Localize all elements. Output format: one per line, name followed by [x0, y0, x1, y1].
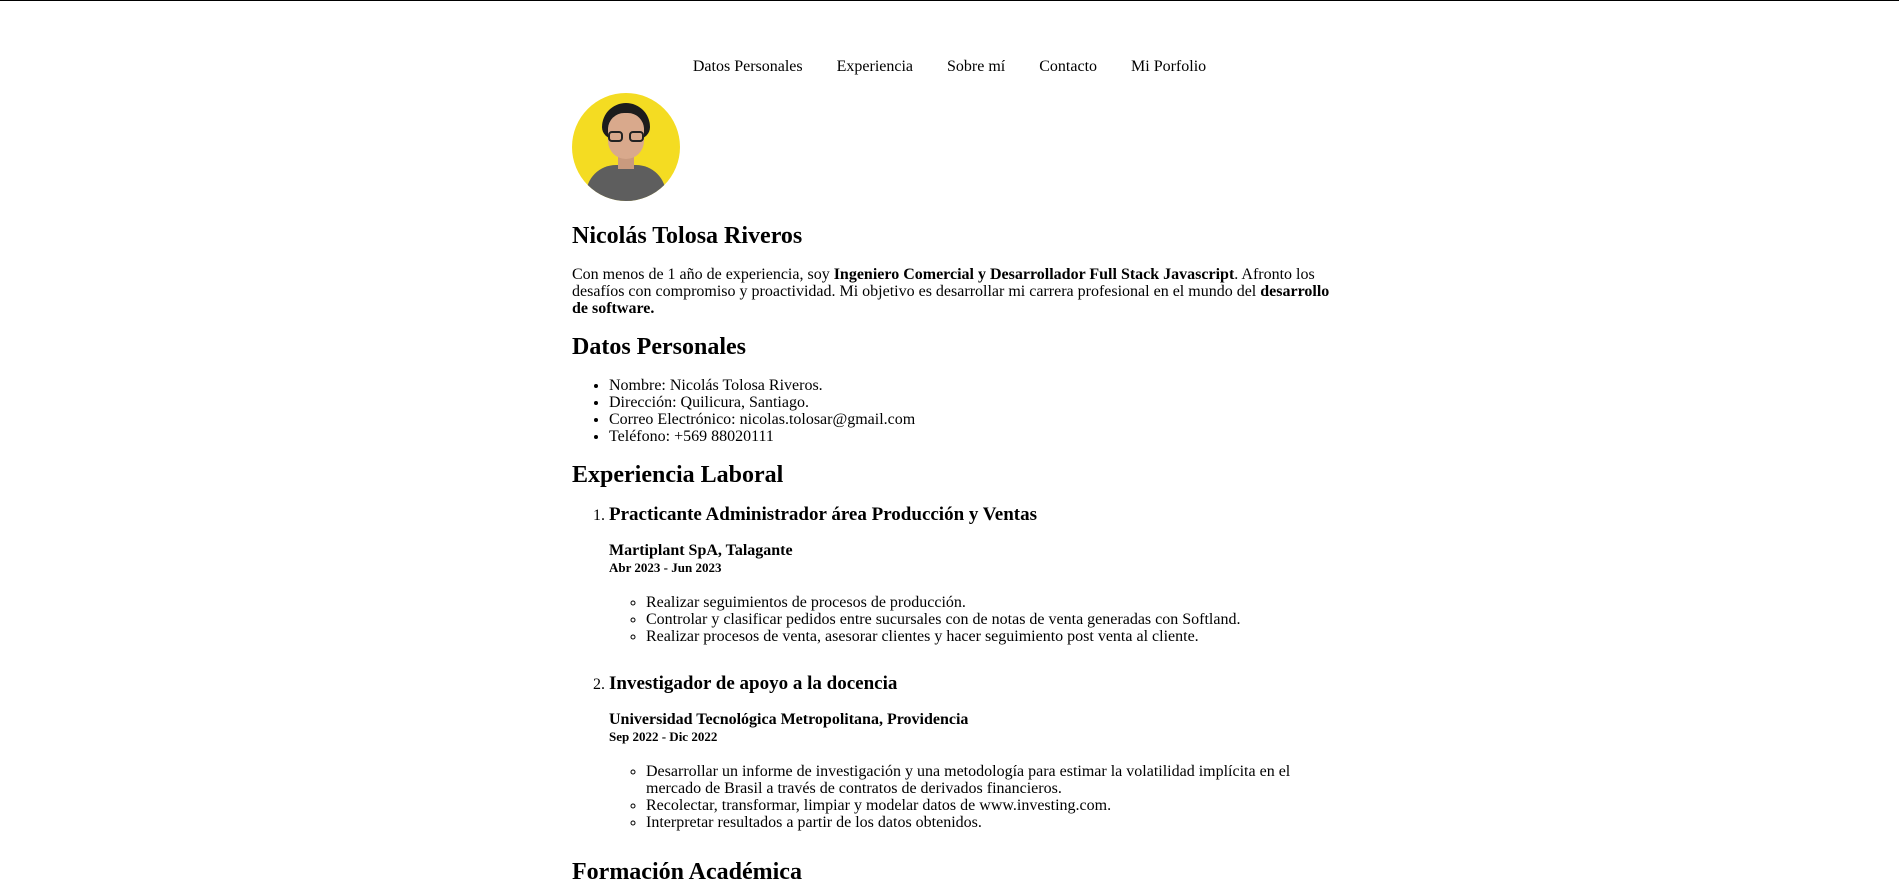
personal-item-email: Correo Electrónico: nicolas.tolosar@gmai… — [609, 411, 1332, 428]
job-company: Martiplant SpA, Talagante — [609, 542, 793, 560]
job-title: Investigador de apoyo a la docencia — [609, 673, 898, 695]
profile-intro: Con menos de 1 año de experiencia, soy I… — [572, 266, 1332, 317]
job-period: Sep 2022 - Dic 2022 — [609, 729, 718, 745]
nav-sobre-mi[interactable]: Sobre mí — [947, 58, 1005, 75]
profile-name: Nicolás Tolosa Riveros — [572, 223, 803, 249]
job-title: Practicante Administrador área Producció… — [609, 504, 1038, 526]
personal-data-list: Nombre: Nicolás Tolosa Riveros. Direcció… — [572, 377, 1332, 445]
job-task: Interpretar resultados a partir de los d… — [646, 814, 1332, 831]
resume-content: Nicolás Tolosa Riveros Con menos de 1 añ… — [572, 93, 1332, 886]
profile-photo — [572, 93, 680, 201]
job-task: Desarrollar un informe de investigación … — [646, 763, 1332, 797]
education-heading: Formación Académica — [572, 859, 802, 886]
nav-contacto[interactable]: Contacto — [1039, 58, 1097, 75]
job-item: Investigador de apoyo a la docencia Univ… — [609, 673, 1332, 831]
avatar-glasses — [606, 131, 646, 143]
job-item: Practicante Administrador área Producció… — [609, 504, 1332, 645]
job-task: Realizar procesos de venta, asesorar cli… — [646, 628, 1332, 645]
personal-item-phone: Teléfono: +569 88020111 — [609, 428, 1332, 445]
intro-bold-1: Ingeniero Comercial y Desarrollador Full… — [833, 266, 1235, 284]
nav-datos-personales[interactable]: Datos Personales — [693, 58, 803, 75]
job-task: Realizar seguimientos de procesos de pro… — [646, 594, 1332, 611]
personal-data-heading: Datos Personales — [572, 334, 746, 361]
avatar-shirt — [586, 165, 666, 201]
experience-heading: Experiencia Laboral — [572, 461, 784, 488]
job-task: Controlar y clasificar pedidos entre suc… — [646, 611, 1332, 628]
experience-list: Practicante Administrador área Producció… — [572, 504, 1332, 831]
personal-item-address: Dirección: Quilicura, Santiago. — [609, 394, 1332, 411]
top-navigation: Datos Personales Experiencia Sobre mí Co… — [0, 58, 1899, 76]
job-task: Recolectar, transformar, limpiar y model… — [646, 797, 1332, 814]
job-tasks: Desarrollar un informe de investigación … — [609, 763, 1332, 831]
nav-mi-porfolio[interactable]: Mi Porfolio — [1131, 58, 1206, 75]
job-period: Abr 2023 - Jun 2023 — [609, 560, 722, 576]
intro-text-1: Con menos de 1 año de experiencia, soy — [572, 266, 834, 284]
personal-item-name: Nombre: Nicolás Tolosa Riveros. — [609, 377, 1332, 394]
nav-experiencia[interactable]: Experiencia — [837, 58, 913, 75]
job-company: Universidad Tecnológica Metropolitana, P… — [609, 711, 969, 729]
job-tasks: Realizar seguimientos de procesos de pro… — [609, 594, 1332, 645]
